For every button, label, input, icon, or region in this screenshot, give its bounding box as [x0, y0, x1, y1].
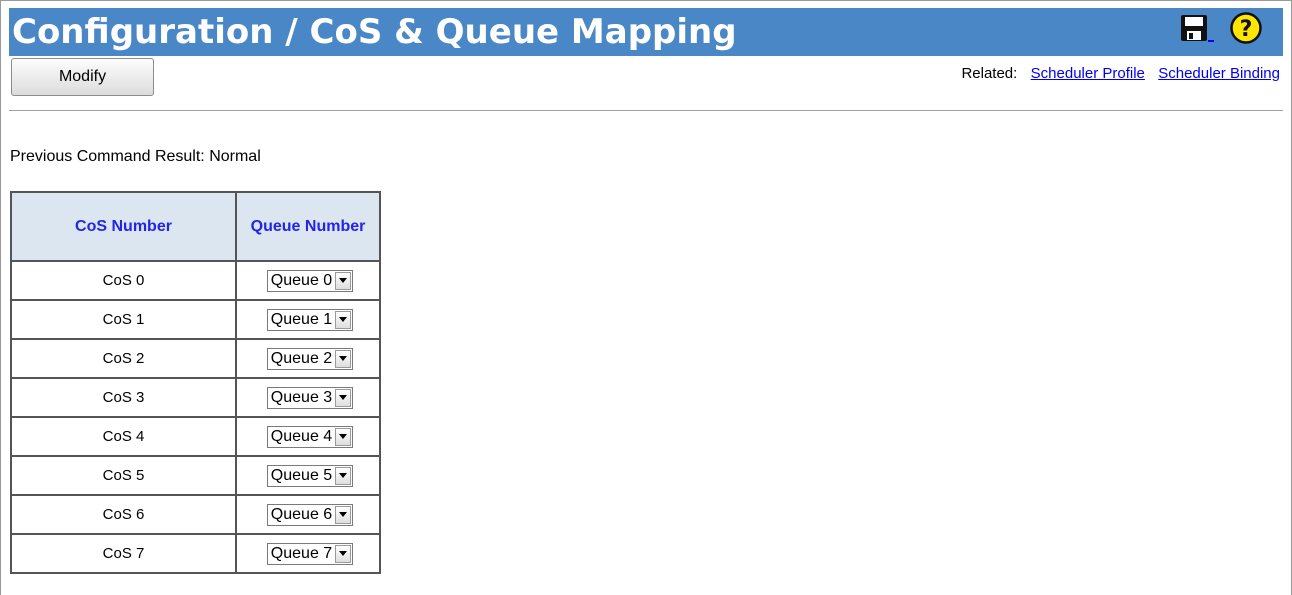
cos-number-cell: CoS 2 [10, 338, 237, 379]
related-links: Related: Scheduler Profile Scheduler Bin… [961, 65, 1280, 82]
previous-command-result: Previous Command Result: Normal [10, 148, 261, 165]
table-header-row: CoS Number Queue Number [10, 191, 381, 262]
related-label: Related: [961, 65, 1018, 82]
queue-select-value: Queue 4 [270, 427, 333, 445]
cos-number-cell: CoS 3 [10, 377, 237, 418]
table-row: CoS 2 Queue 2 [10, 338, 381, 379]
queue-select[interactable]: Queue 0 [266, 269, 354, 292]
table-row: CoS 5 Queue 5 [10, 455, 381, 496]
queue-select-value: Queue 6 [270, 505, 333, 523]
queue-select[interactable]: Queue 5 [266, 464, 354, 487]
svg-text:?: ? [1240, 17, 1253, 42]
queue-select[interactable]: Queue 3 [266, 386, 354, 409]
help-icon[interactable]: ? [1230, 12, 1262, 44]
queue-number-cell: Queue 4 [235, 416, 381, 457]
cos-queue-table: CoS Number Queue Number CoS 0 Queue 0 CoS … [10, 191, 381, 574]
queue-select-value: Queue 7 [270, 544, 333, 562]
chevron-down-icon[interactable] [335, 544, 352, 563]
table-row: CoS 3 Queue 3 [10, 377, 381, 418]
table-row: CoS 1 Queue 1 [10, 299, 381, 340]
queue-number-cell: Queue 2 [235, 338, 381, 379]
queue-number-cell: Queue 7 [235, 533, 381, 574]
chevron-down-icon[interactable] [335, 505, 352, 524]
chevron-down-icon[interactable] [335, 271, 352, 290]
table-row: CoS 6 Queue 6 [10, 494, 381, 535]
table-row: CoS 7 Queue 7 [10, 533, 381, 574]
queue-select-value: Queue 1 [270, 310, 333, 328]
queue-number-cell: Queue 5 [235, 455, 381, 496]
queue-number-cell: Queue 0 [235, 260, 381, 301]
chevron-down-icon[interactable] [335, 388, 352, 407]
queue-number-cell: Queue 6 [235, 494, 381, 535]
chevron-down-icon[interactable] [335, 427, 352, 446]
chevron-down-icon[interactable] [335, 310, 352, 329]
queue-select-value: Queue 2 [270, 349, 333, 367]
queue-select-value: Queue 5 [270, 466, 333, 484]
queue-select[interactable]: Queue 6 [266, 503, 354, 526]
cos-number-cell: CoS 4 [10, 416, 237, 457]
scheduler-binding-link[interactable]: Scheduler Binding [1158, 65, 1280, 82]
queue-select[interactable]: Queue 2 [266, 347, 354, 370]
table-row: CoS 4 Queue 4 [10, 416, 381, 457]
title-bar: Configuration / CoS & Queue Mapping [9, 8, 1283, 56]
modify-button[interactable]: Modify [11, 58, 154, 96]
cos-number-cell: CoS 7 [10, 533, 237, 574]
save-icon[interactable] [1180, 14, 1208, 42]
table-row: CoS 0 Queue 0 [10, 260, 381, 301]
cos-number-cell: CoS 1 [10, 299, 237, 340]
queue-select[interactable]: Queue 7 [266, 542, 354, 565]
queue-select[interactable]: Queue 1 [266, 308, 354, 331]
queue-number-header: Queue Number [235, 191, 381, 262]
cos-number-header: CoS Number [10, 191, 237, 262]
chevron-down-icon[interactable] [335, 466, 352, 485]
save-link-underline [1208, 40, 1214, 42]
divider [9, 110, 1283, 111]
queue-select-value: Queue 3 [270, 388, 333, 406]
table-body: CoS 0 Queue 0 CoS 1 Queue 1 CoS 2 Queue 2 CoS … [10, 260, 381, 574]
cos-number-cell: CoS 5 [10, 455, 237, 496]
page-title: Configuration / CoS & Queue Mapping [12, 12, 737, 52]
queue-select[interactable]: Queue 4 [266, 425, 354, 448]
chevron-down-icon[interactable] [335, 349, 352, 368]
cos-number-cell: CoS 6 [10, 494, 237, 535]
queue-number-cell: Queue 3 [235, 377, 381, 418]
cos-number-cell: CoS 0 [10, 260, 237, 301]
scheduler-profile-link[interactable]: Scheduler Profile [1031, 65, 1145, 82]
queue-select-value: Queue 0 [270, 271, 333, 289]
queue-number-cell: Queue 1 [235, 299, 381, 340]
